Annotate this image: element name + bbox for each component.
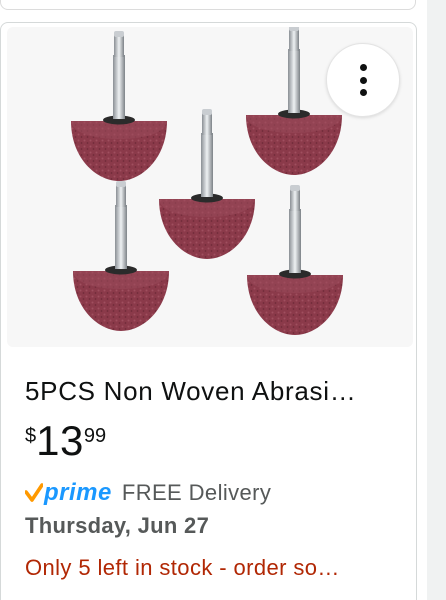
more-vert-icon: [359, 64, 367, 72]
abrasive-wheel: [247, 185, 343, 335]
price-fraction: 99: [83, 425, 107, 447]
abrasive-wheel: [73, 181, 169, 331]
prime-delivery-row: prime FREE Delivery: [25, 479, 395, 507]
price-currency: $: [25, 425, 37, 447]
prime-badge: prime: [25, 479, 112, 507]
delivery-label: FREE Delivery: [121, 480, 272, 505]
product-title[interactable]: 5PCS Non Woven Abrasi…: [25, 375, 395, 407]
product-image-area[interactable]: [7, 27, 413, 347]
previous-product-card[interactable]: [0, 0, 416, 10]
more-options-button[interactable]: [326, 43, 400, 117]
delivery-date: Thursday, Jun 27: [25, 513, 210, 538]
abrasive-wheel: [246, 27, 342, 175]
price-whole: 13: [36, 417, 84, 464]
next-card-edge: [427, 0, 446, 600]
product-details: 5PCS Non Woven Abrasi… $ 13 99 prime FRE…: [25, 375, 395, 582]
product-price: $ 13 99: [25, 419, 395, 463]
product-card[interactable]: 5PCS Non Woven Abrasi… $ 13 99 prime FRE…: [0, 22, 417, 600]
prime-check-icon: [25, 483, 43, 502]
abrasive-wheel: [159, 109, 255, 259]
prime-label: prime: [44, 479, 112, 506]
stock-message: Only 5 left in stock - order so…: [25, 555, 340, 580]
abrasive-wheel: [71, 31, 167, 181]
